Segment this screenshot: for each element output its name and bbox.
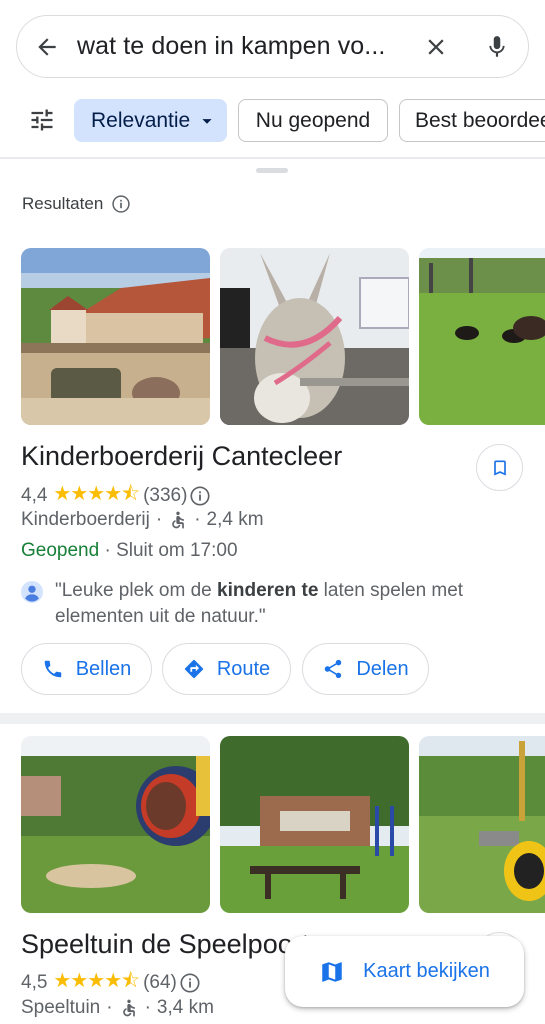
- chip-best-beoordeeld[interactable]: Best beoordee: [399, 99, 545, 142]
- share-label: Delen: [356, 657, 409, 680]
- section-divider: [0, 713, 545, 724]
- share-button[interactable]: Delen: [302, 643, 429, 695]
- result-title[interactable]: Kinderboerderij Cantecleer: [21, 441, 342, 472]
- close-icon[interactable]: [406, 15, 466, 78]
- chip-relevantie[interactable]: Relevantie: [74, 99, 227, 142]
- chip-label: Relevantie: [91, 108, 191, 132]
- back-arrow-icon[interactable]: [17, 15, 77, 78]
- info-icon[interactable]: [179, 972, 201, 994]
- separator: ·: [106, 997, 113, 1018]
- result-photo-farm[interactable]: [21, 248, 210, 425]
- result-photo-sheep[interactable]: [419, 248, 545, 425]
- meta-row: Speeltuin · · 3,4 km: [21, 997, 214, 1019]
- closing-time: · Sluit om 17:00: [104, 540, 238, 561]
- route-label: Route: [216, 657, 271, 680]
- view-map-label: Kaart bekijken: [363, 960, 490, 982]
- result-photo-playground-bench[interactable]: [220, 736, 409, 913]
- review-count[interactable]: (336): [143, 485, 187, 507]
- open-status: Geopend: [21, 540, 100, 561]
- search-input[interactable]: wat te doen in kampen vo...: [77, 32, 406, 61]
- results-title: Resultaten: [22, 194, 104, 213]
- rating-row: 4,4 ★★★★⯪ (336): [21, 479, 211, 513]
- distance: 3,4 km: [156, 997, 214, 1018]
- directions-icon: [184, 659, 203, 679]
- star-rating: ★★★★⯪: [53, 970, 140, 992]
- share-icon: [325, 659, 342, 679]
- separator: ·: [155, 509, 163, 530]
- wheelchair-icon: [172, 511, 185, 529]
- star-rating: ★★★★⯪: [53, 483, 140, 505]
- results-header: Resultaten: [22, 194, 131, 214]
- review-snippet[interactable]: "Leuke plek om de kinderen te laten spel…: [21, 578, 521, 630]
- separator: ·: [194, 509, 201, 530]
- map-icon: [322, 961, 342, 982]
- result-photo-playground-tunnel[interactable]: [21, 736, 210, 913]
- result-photo-donkey[interactable]: [220, 248, 409, 425]
- view-map-button[interactable]: Kaart bekijken: [285, 936, 524, 1007]
- header-divider: [0, 157, 545, 159]
- microphone-icon[interactable]: [466, 15, 528, 78]
- category: Kinderboerderij: [21, 509, 150, 530]
- result-title[interactable]: Speeltuin de Speelpoort: [21, 929, 309, 960]
- tune-icon[interactable]: [22, 98, 62, 142]
- filter-chips: Relevantie Nu geopend Best beoordee: [0, 98, 545, 144]
- route-button[interactable]: Route: [162, 643, 291, 695]
- dropdown-arrow-icon: [202, 118, 212, 124]
- chip-label: Best beoordee: [415, 108, 545, 132]
- bookmark-icon: [493, 460, 506, 475]
- call-label: Bellen: [75, 657, 132, 680]
- review-count[interactable]: (64): [143, 972, 177, 994]
- info-icon[interactable]: [111, 194, 131, 214]
- category: Speeltuin: [21, 997, 101, 1018]
- user-avatar-icon: [21, 581, 43, 603]
- rating-value: 4,4: [21, 485, 48, 506]
- rating-value: 4,5: [21, 972, 48, 993]
- result-photo-playground-equipment[interactable]: [419, 736, 545, 913]
- chip-nu-geopend[interactable]: Nu geopend: [238, 99, 388, 142]
- phone-icon: [44, 660, 61, 678]
- chip-label: Nu geopend: [255, 108, 371, 132]
- drag-handle[interactable]: [256, 168, 288, 173]
- meta-row: Kinderboerderij · · 2,4 km: [21, 509, 264, 531]
- separator: ·: [144, 997, 151, 1018]
- save-button[interactable]: [476, 444, 523, 491]
- distance: 2,4 km: [206, 509, 264, 530]
- review-text: "Leuke plek om de kinderen te laten spel…: [55, 580, 464, 627]
- rating-row: 4,5 ★★★★⯪ (64): [21, 966, 201, 1000]
- call-button[interactable]: Bellen: [21, 643, 152, 695]
- info-icon[interactable]: [189, 485, 211, 507]
- wheelchair-icon: [122, 999, 135, 1017]
- search-bar[interactable]: wat te doen in kampen vo...: [16, 15, 529, 78]
- hours-row: Geopend · Sluit om 17:00: [21, 540, 238, 562]
